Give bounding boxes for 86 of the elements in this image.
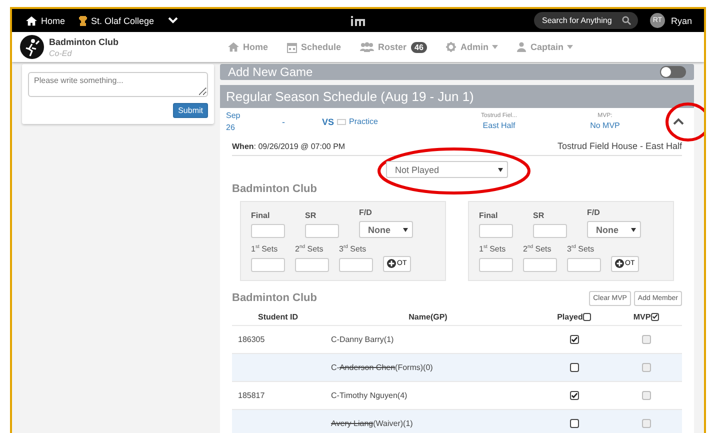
caret-icon	[498, 168, 503, 172]
mvp-checkbox[interactable]	[642, 418, 650, 428]
venue-text: Tostrud Field House - East Half	[557, 141, 682, 151]
field-label: 3$^{rd}$ Sets	[339, 244, 368, 254]
header-checkbox[interactable]	[650, 312, 659, 321]
field-label: F/D	[587, 208, 601, 217]
player-name: C-Danny Barry(1)	[331, 334, 394, 344]
mvp-link[interactable]: No MVP	[590, 121, 620, 130]
played-checkbox[interactable]	[570, 334, 578, 344]
section-title: Regular Season Schedule (Aug 19 - Jun 1)	[226, 89, 474, 104]
trophy-icon	[79, 16, 88, 26]
nav-item[interactable]: Roster 46	[360, 42, 428, 52]
search-field[interactable]: Search for Anything	[534, 12, 638, 29]
team-title: Badminton Club	[232, 292, 317, 304]
game-score: -	[282, 116, 286, 126]
club-logo-icon	[20, 35, 44, 59]
mvp-checkbox[interactable]	[642, 362, 650, 372]
field-label: Final	[479, 211, 499, 220]
field-label: 3$^{rd}$ Sets	[567, 244, 596, 254]
plus-circle-icon	[615, 259, 624, 268]
mvp-checkbox[interactable]	[642, 334, 650, 344]
home-link[interactable]: Home	[26, 16, 66, 26]
versus-icon	[337, 118, 346, 124]
post-field[interactable]: Please write something...	[28, 72, 208, 97]
plus-circle-icon	[387, 259, 396, 268]
field-label: SR	[305, 211, 318, 220]
game-date[interactable]: Sep 26	[226, 110, 282, 133]
toggle-switch[interactable]	[660, 66, 686, 78]
column-header: Name(GP)	[408, 312, 448, 322]
score-field[interactable]	[533, 224, 567, 238]
score-field[interactable]	[479, 258, 513, 272]
gear-icon	[446, 42, 456, 52]
player-name: Avery Liang(Waiver)(1)	[331, 418, 413, 428]
calendar-icon	[287, 42, 298, 52]
score-field[interactable]	[339, 258, 373, 272]
score-field[interactable]	[251, 258, 285, 272]
game-time: When: 09/26/2019 @ 07:00 PM	[232, 142, 346, 151]
location-link[interactable]: East Half	[482, 121, 516, 130]
search-icon	[622, 16, 631, 25]
field-label: 2$^{nd}$ Sets	[523, 244, 552, 254]
field-label: 2$^{nd}$ Sets	[295, 244, 324, 254]
chevron-icon[interactable]	[673, 118, 684, 125]
people-icon	[360, 42, 374, 52]
student-id: 186305	[238, 334, 265, 344]
player-name: C-Timothy Nguyen(4)	[331, 390, 408, 400]
logo-icon	[351, 14, 367, 26]
caret-icon	[403, 228, 408, 232]
status-dropdown[interactable]: Not Played	[386, 161, 508, 178]
score-field[interactable]	[523, 258, 557, 272]
user-name[interactable]: Ryan	[670, 16, 692, 26]
score-field[interactable]	[305, 224, 339, 238]
column-header: Student ID	[258, 312, 298, 322]
team-title: Badminton Club	[232, 183, 318, 195]
club-name: Badminton Club	[49, 36, 118, 46]
fd-dropdown[interactable]: None	[359, 221, 413, 238]
chevron-down-icon[interactable]	[168, 17, 178, 24]
student-id: 185817	[238, 390, 265, 400]
field-label: SR	[533, 211, 546, 220]
played-checkbox[interactable]	[570, 362, 578, 372]
school-link[interactable]: St. Olaf College	[79, 16, 154, 26]
opponent-link[interactable]: Practice	[349, 117, 470, 126]
caret-icon	[631, 228, 636, 232]
header-checkbox[interactable]	[582, 312, 591, 321]
player-name: C-Anderson Chen(Forms)(0)	[331, 362, 433, 372]
field-label: 1$^{st}$ Sets	[251, 244, 279, 254]
played-checkbox[interactable]	[570, 390, 578, 400]
score-field[interactable]	[567, 258, 601, 272]
field-label: F/D	[359, 208, 373, 217]
field-label: Final	[251, 211, 271, 220]
section-title: Add New Game	[228, 65, 313, 79]
column-header: MVP	[633, 312, 651, 322]
person-icon	[517, 42, 526, 52]
mvp-checkbox[interactable]	[642, 390, 650, 400]
field-label: 1$^{st}$ Sets	[479, 244, 507, 254]
club-subtitle: Co-Ed	[49, 48, 73, 58]
fd-dropdown[interactable]: None	[587, 221, 641, 238]
home-icon	[26, 16, 37, 26]
vs-label: VS	[322, 116, 334, 126]
column-header: Played	[557, 312, 583, 322]
score-field[interactable]	[295, 258, 329, 272]
played-checkbox[interactable]	[570, 418, 578, 428]
count-badge: 46	[410, 42, 428, 52]
home-icon	[228, 42, 239, 52]
submit-button[interactable]: Submit	[173, 103, 208, 118]
score-field[interactable]	[251, 224, 285, 238]
score-field[interactable]	[479, 224, 513, 238]
